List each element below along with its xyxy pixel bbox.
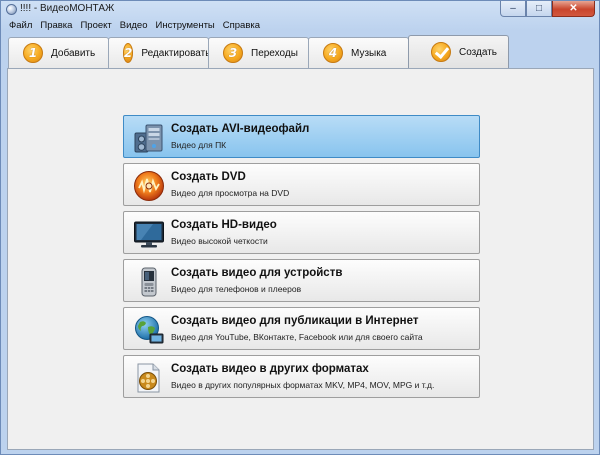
maximize-button[interactable]: □ <box>526 1 552 17</box>
step-1-icon: 1 <box>23 43 43 63</box>
action-title: Создать видео для устройств <box>171 267 343 279</box>
step-4-icon: 4 <box>323 43 343 63</box>
create-hd-button[interactable]: Создать HD-видео Видео высокой четкости <box>123 211 480 254</box>
action-title: Создать AVI-видеофайл <box>171 123 310 135</box>
menu-bar: Файл Правка Проект Видео Инструменты Спр… <box>1 18 599 33</box>
action-subtitle: Видео для YouTube, ВКонтакте, Facebook и… <box>171 332 423 342</box>
action-title: Создать видео для публикации в Интернет <box>171 315 419 327</box>
menu-help[interactable]: Справка <box>219 18 264 33</box>
tab-label: Переходы <box>251 47 298 59</box>
tab-music[interactable]: 4 Музыка <box>308 37 409 68</box>
pc-speaker-icon <box>134 124 163 153</box>
window-title: !!!! - ВидеоМОНТАЖ <box>20 3 115 14</box>
phone-icon <box>141 267 157 297</box>
step-tabs: 1 Добавить 2 Редактировать 3 Переходы 4 … <box>1 33 599 68</box>
title-bar[interactable]: !!!! - ВидеоМОНТАЖ – □ ✕ <box>1 1 599 18</box>
action-subtitle: Видео для ПК <box>171 140 227 150</box>
action-subtitle: Видео для телефонов и плееров <box>171 284 302 294</box>
action-subtitle: Видео в других популярных форматах MKV, … <box>171 380 435 390</box>
tab-edit[interactable]: 2 Редактировать <box>108 37 211 68</box>
step-3-icon: 3 <box>223 43 243 63</box>
tab-label: Музыка <box>351 47 387 59</box>
create-other-formats-button[interactable]: Создать видео в других форматах Видео в … <box>123 355 480 398</box>
create-internet-button[interactable]: Создать видео для публикации в Интернет … <box>123 307 480 350</box>
window-controls: – □ ✕ <box>500 1 595 17</box>
action-title: Создать HD-видео <box>171 219 277 231</box>
step-2-icon: 2 <box>123 43 134 63</box>
minimize-button[interactable]: – <box>500 1 526 17</box>
menu-video[interactable]: Видео <box>116 18 152 33</box>
globe-icon <box>135 316 164 344</box>
menu-tools[interactable]: Инструменты <box>152 18 219 33</box>
tab-label: Редактировать <box>141 47 211 59</box>
create-panel: Создать AVI-видеофайл Видео для ПК Созда… <box>7 68 594 450</box>
action-title: Создать видео в других форматах <box>171 363 369 375</box>
tab-transitions[interactable]: 3 Переходы <box>208 37 309 68</box>
action-subtitle: Видео для просмотра на DVD <box>171 188 290 198</box>
action-subtitle: Видео высокой четкости <box>171 236 268 246</box>
monitor-icon <box>134 221 164 248</box>
create-dvd-button[interactable]: Создать DVD Видео для просмотра на DVD <box>123 163 480 206</box>
menu-edit[interactable]: Правка <box>36 18 76 33</box>
check-icon <box>431 42 451 62</box>
menu-project[interactable]: Проект <box>76 18 115 33</box>
dvd-disc-icon <box>134 171 164 201</box>
film-file-icon <box>137 363 160 393</box>
menu-file[interactable]: Файл <box>5 18 36 33</box>
create-devices-button[interactable]: Создать видео для устройств Видео для те… <box>123 259 480 302</box>
tab-label: Добавить <box>51 47 96 59</box>
tab-label: Создать <box>459 46 498 58</box>
close-button[interactable]: ✕ <box>552 1 595 17</box>
tab-add[interactable]: 1 Добавить <box>8 37 109 68</box>
app-window: !!!! - ВидеоМОНТАЖ – □ ✕ Файл Правка Про… <box>0 0 600 455</box>
app-icon[interactable] <box>6 4 17 15</box>
action-title: Создать DVD <box>171 171 246 183</box>
tab-create[interactable]: Создать <box>408 35 509 68</box>
create-avi-button[interactable]: Создать AVI-видеофайл Видео для ПК <box>123 115 480 158</box>
